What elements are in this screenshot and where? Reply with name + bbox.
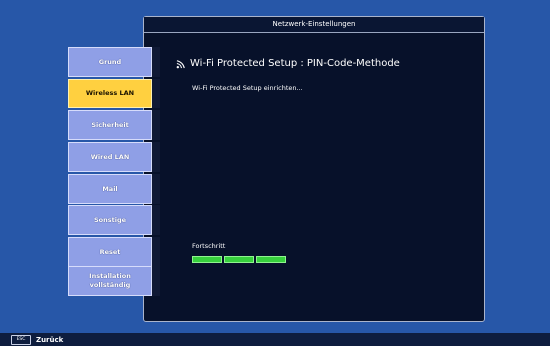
- sidebar-item-shadow: [152, 110, 160, 140]
- sidebar-item-wired-lan[interactable]: Wired LAN: [68, 142, 160, 172]
- sidebar-item-shadow: [152, 266, 160, 296]
- sidebar-item-label: Installation vollständig: [68, 266, 152, 296]
- esc-key-icon[interactable]: ESC: [11, 334, 31, 345]
- page-title: Wi-Fi Protected Setup : PIN-Code-Methode: [176, 58, 400, 69]
- progress-segment: [224, 256, 254, 263]
- sidebar-item-label: Reset: [68, 237, 152, 267]
- progress-segment: [192, 256, 222, 263]
- sidebar-item-shadow: [152, 142, 160, 172]
- wifi-icon: [176, 60, 185, 69]
- sidebar-item-reset[interactable]: Reset: [68, 237, 160, 267]
- panel-title: Netzwerk-Einstellungen: [144, 17, 484, 33]
- sidebar-item-label: Mail: [68, 174, 152, 204]
- sidebar-item-label: Grund: [68, 47, 152, 77]
- sidebar-item-shadow: [152, 174, 160, 204]
- sidebar-item-mail[interactable]: Mail: [68, 174, 160, 204]
- sidebar-item-grund[interactable]: Grund: [68, 47, 160, 77]
- back-label[interactable]: Zurück: [36, 336, 63, 344]
- footer-bar: ESC Zurück: [0, 333, 550, 346]
- sidebar-item-label: Sicherheit: [68, 110, 152, 140]
- sidebar-item-wireless-lan[interactable]: Wireless LAN: [68, 79, 160, 108]
- sidebar-item-label: Sonstige: [68, 205, 152, 235]
- progress-label: Fortschritt: [192, 242, 226, 250]
- progress-bar: [192, 256, 288, 264]
- sidebar-item-sonstige[interactable]: Sonstige: [68, 205, 160, 235]
- sidebar-item-shadow: [152, 205, 160, 235]
- status-text: Wi-Fi Protected Setup einrichten...: [192, 84, 303, 92]
- sidebar-item-label: Wired LAN: [68, 142, 152, 172]
- sidebar-item-shadow: [152, 79, 160, 108]
- sidebar-item-shadow: [152, 47, 160, 77]
- page-title-text: Wi-Fi Protected Setup : PIN-Code-Methode: [190, 58, 400, 69]
- progress-segment: [256, 256, 286, 263]
- sidebar-item-sicherheit[interactable]: Sicherheit: [68, 110, 160, 140]
- sidebar-item-label: Wireless LAN: [68, 79, 152, 108]
- sidebar-item-shadow: [152, 237, 160, 267]
- sidebar-item-installation-vollstaendig[interactable]: Installation vollständig: [68, 266, 160, 296]
